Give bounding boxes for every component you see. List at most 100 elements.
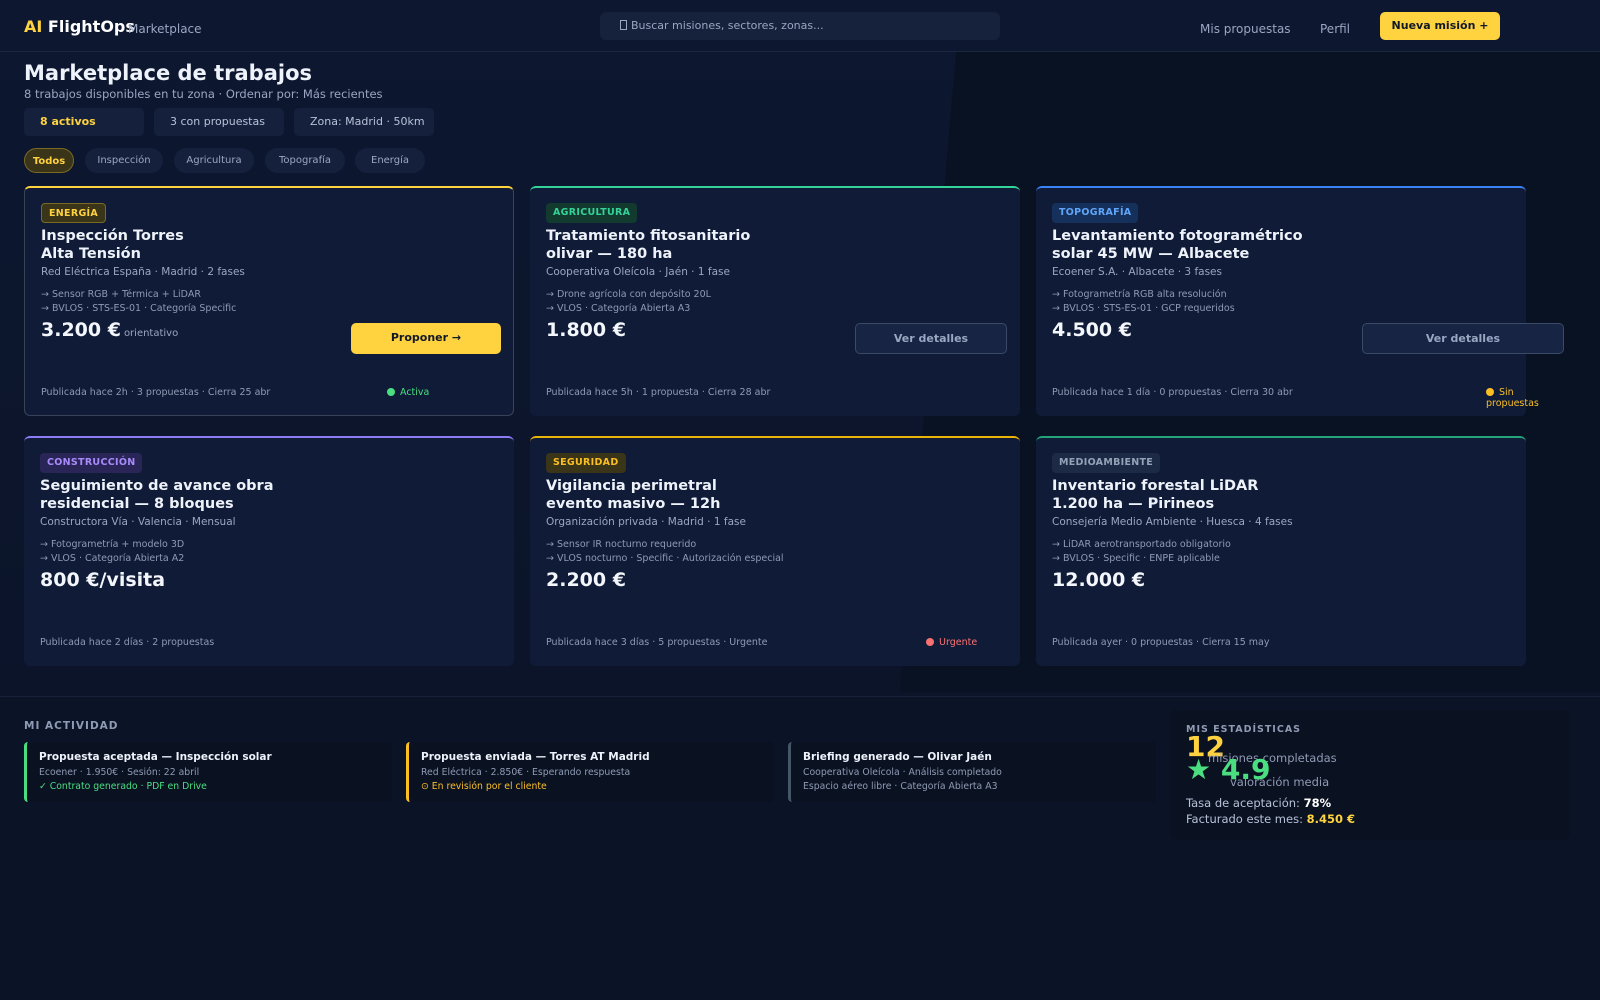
job-card-solar-survey[interactable]: TOPOGRAFÍA Levantamiento fotogramétrico … (1036, 186, 1564, 416)
job-category-badge: TOPOGRAFÍA (1052, 203, 1139, 223)
job-category-badge: CONSTRUCCIÓN (40, 453, 143, 473)
job-requirement: → VLOS · Categoría Abierta A3 (546, 303, 691, 314)
job-requirement: → Fotogrametría RGB alta resolución (1052, 289, 1227, 300)
page-subtitle: 8 trabajos disponibles en tu zona · Orde… (24, 87, 383, 101)
activity-title: Briefing generado — Olivar Jaén (803, 751, 992, 763)
job-price: 12.000 € (1052, 569, 1146, 591)
acceptance-rate: Tasa de aceptación: 78% (1186, 796, 1331, 810)
job-price-note: orientativo (123, 328, 179, 339)
job-footer: Publicada hace 3 días · 5 propuestas · U… (546, 637, 768, 648)
status-label: Activa (400, 387, 430, 398)
status-badge: Activa (387, 387, 429, 398)
nav-my-proposals[interactable]: Mis propuestas (1200, 22, 1291, 36)
job-footer: Publicada hace 5h · 1 propuesta · Cierra… (546, 387, 771, 398)
job-card-construction[interactable]: CONSTRUCCIÓN Seguimiento de avance obra … (24, 436, 514, 666)
job-requirement: → Sensor IR nocturno requerido (546, 539, 697, 550)
job-price-value: 3.200 € (41, 319, 121, 341)
job-title: Tratamiento fitosanitario olivar — 180 h… (546, 228, 751, 262)
job-requirement: → BVLOS · STS-ES-01 · Categoría Specific (41, 303, 237, 314)
billing-value: 8.450 € (1306, 812, 1355, 826)
stats-panel: MIS ESTADÍSTICAS 12 misiones completadas… (1170, 710, 1570, 840)
job-category-badge: AGRICULTURA (546, 203, 638, 223)
job-title: Vigilancia perimetral evento masivo — 12… (546, 478, 721, 512)
job-footer: Publicada hace 1 día · 0 propuestas · Ci… (1052, 387, 1293, 398)
activity-status: ⊙ En revisión por el cliente (421, 781, 547, 792)
activity-status: Espacio aéreo libre · Categoría Abierta … (803, 781, 998, 792)
new-mission-button[interactable]: Nueva misión + (1380, 12, 1500, 40)
page: AI FlightOps Marketplace Buscar misiones… (0, 0, 1600, 1000)
activity-title: Propuesta aceptada — Inspección solar (39, 751, 272, 763)
job-footer: Publicada ayer · 0 propuestas · Cierra 1… (1052, 637, 1270, 648)
job-price: 2.200 € (546, 569, 626, 591)
job-category-badge: SEGURIDAD (546, 453, 626, 473)
job-requirement: → Fotogrametría + modelo 3D (40, 539, 185, 550)
activity-detail: Ecoener · 1.950€ · Sesión: 22 abril (39, 767, 200, 778)
job-card-olive-treatment[interactable]: AGRICULTURA Tratamiento fitosanitario ol… (530, 186, 1020, 416)
monthly-billing: Facturado este mes: 8.450 € (1186, 812, 1355, 826)
job-meta: Cooperativa Oleícola · Jaén · 1 fase (546, 266, 730, 278)
job-title: Inspección Torres Alta Tensión (41, 228, 184, 262)
job-category-badge: ENERGÍA (41, 203, 107, 223)
job-price: 3.200 € orientativo (41, 319, 178, 341)
brand-logo[interactable]: AI FlightOps (24, 17, 135, 36)
nav-profile[interactable]: Perfil (1320, 22, 1350, 36)
filter-energy[interactable]: Energía (355, 148, 425, 173)
stat-zone[interactable]: Zona: Madrid · 50km (294, 108, 434, 136)
status-label: Urgente (939, 637, 978, 648)
job-card-security[interactable]: SEGURIDAD Vigilancia perimetral evento m… (530, 436, 1020, 666)
filter-agriculture[interactable]: Agricultura (174, 148, 254, 173)
job-requirement: → BVLOS · Specific · ENPE aplicable (1052, 553, 1220, 564)
acceptance-value: 78% (1303, 796, 1332, 810)
search-input[interactable]: Buscar misiones, sectores, zonas... (600, 12, 1000, 40)
job-price: 4.500 € (1052, 319, 1132, 341)
job-title: Seguimiento de avance obra residencial —… (40, 478, 274, 512)
job-card-forest-lidar[interactable]: MEDIOAMBIENTE Inventario forestal LiDAR … (1036, 436, 1526, 666)
job-meta: Ecoener S.A. · Albacete · 3 fases (1052, 266, 1222, 278)
job-requirement: → VLOS · Categoría Abierta A2 (40, 553, 185, 564)
job-price: 1.800 € (546, 319, 626, 341)
status-badge: Sin propuestas (1486, 387, 1539, 409)
job-requirement: → Sensor RGB + Térmica + LiDAR (41, 289, 201, 300)
brand-subtitle: Marketplace (128, 22, 202, 36)
activity-item-sent[interactable]: Propuesta enviada — Torres AT Madrid Red… (406, 742, 774, 802)
activity-detail: Red Eléctrica · 2.850€ · Esperando respu… (421, 767, 631, 778)
brand-name: FlightOps (47, 17, 135, 36)
job-price: 800 €/visita (40, 569, 166, 591)
stat-active: 8 activos (24, 108, 144, 136)
rating-label: valoración media (1230, 775, 1330, 789)
job-title: Inventario forestal LiDAR 1.200 ha — Pir… (1052, 478, 1259, 512)
page-title: Marketplace de trabajos (24, 61, 312, 85)
job-footer: Publicada hace 2h · 3 propuestas · Cierr… (41, 387, 271, 398)
status-dot-icon (1486, 388, 1494, 396)
acceptance-label: Tasa de aceptación: (1186, 796, 1300, 810)
job-requirement: → VLOS nocturno · Specific · Autorizació… (546, 553, 784, 564)
search-icon (620, 20, 627, 30)
activity-title: Propuesta enviada — Torres AT Madrid (421, 751, 650, 763)
view-details-button[interactable]: Ver detalles (855, 323, 1007, 354)
status-badge: Urgente (926, 637, 977, 648)
filter-inspection[interactable]: Inspección (85, 148, 163, 173)
job-card-power-towers[interactable]: ENERGÍA Inspección Torres Alta Tensión R… (24, 186, 514, 416)
job-requirement: → BVLOS · STS-ES-01 · GCP requeridos (1052, 303, 1235, 314)
filter-all[interactable]: Todos (24, 148, 74, 173)
activity-label: MI ACTIVIDAD (24, 720, 119, 732)
job-meta: Organización privada · Madrid · 1 fase (546, 516, 746, 528)
top-bar: AI FlightOps Marketplace Buscar misiones… (0, 0, 1600, 52)
job-requirement: → Drone agrícola con depósito 20L (546, 289, 711, 300)
job-title: Levantamiento fotogramétrico solar 45 MW… (1052, 228, 1303, 262)
billing-label: Facturado este mes: (1186, 812, 1303, 826)
activity-item-briefing[interactable]: Briefing generado — Olivar Jaén Cooperat… (788, 742, 1156, 802)
activity-status: ✓ Contrato generado · PDF en Drive (39, 781, 207, 792)
brand-ai: AI (24, 17, 43, 36)
view-details-button[interactable]: Ver detalles (1362, 323, 1564, 354)
activity-detail: Cooperativa Oleícola · Análisis completa… (803, 767, 1002, 778)
job-footer: Publicada hace 2 días · 2 propuestas (40, 637, 215, 648)
status-dot-icon (926, 638, 934, 646)
stat-with-proposals: 3 con propuestas (154, 108, 284, 136)
propose-button[interactable]: Proponer → (351, 323, 501, 354)
job-meta: Constructora Vía · Valencia · Mensual (40, 516, 236, 528)
job-meta: Consejería Medio Ambiente · Huesca · 4 f… (1052, 516, 1293, 528)
filter-topography[interactable]: Topografía (265, 148, 345, 173)
status-dot-icon (387, 388, 395, 396)
activity-item-accepted[interactable]: Propuesta aceptada — Inspección solar Ec… (24, 742, 392, 802)
